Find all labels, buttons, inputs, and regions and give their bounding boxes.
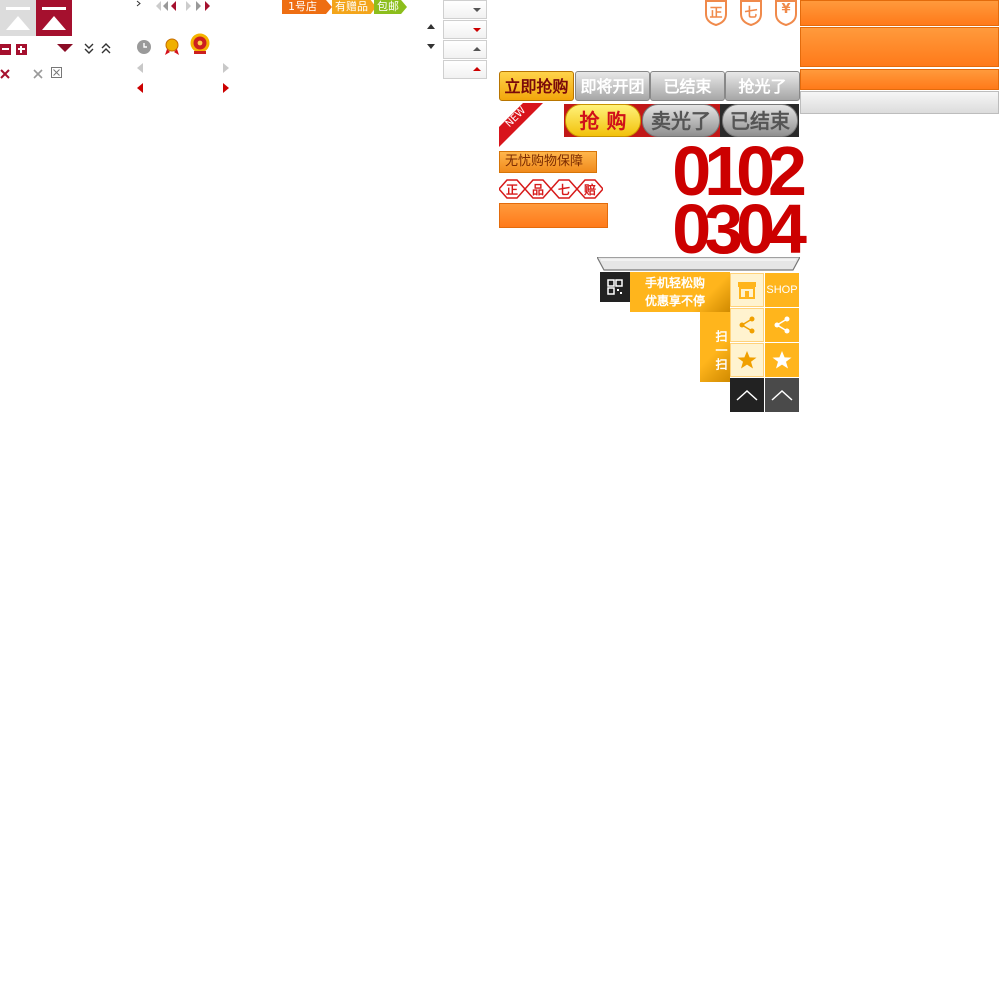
pill-buy-label: 抢 购 [579,109,627,133]
award-icon [165,38,179,55]
shop-icon [738,282,756,299]
share-icon [739,316,755,334]
share-light-button[interactable] [730,308,764,342]
star-icon [737,351,757,369]
guarantee-label: 无忧购物保障 [505,154,584,169]
diamond-authentic-label: 正 [505,183,518,197]
chevron-up-icon [473,67,481,71]
coming-soon-button[interactable]: 即将开团 [575,71,650,101]
gift-tag: 有赠品 [332,0,376,14]
clock-icon [137,40,151,54]
double-chevron-up-icon[interactable] [101,43,112,55]
expand-icon[interactable] [16,44,27,55]
back-to-top-gray-button[interactable] [0,0,36,36]
orange-bar-1[interactable] [800,0,999,26]
pager-arrows-icon[interactable] [155,0,213,12]
triangle-down-icon[interactable] [57,44,73,53]
mobile-promo-line2: 优惠享不停 [645,294,706,308]
collapse-icon[interactable] [0,44,11,55]
seven-day-shield-label: 七 [744,6,758,21]
star-icon [772,351,792,369]
shipping-tag: 包邮 [374,0,407,14]
shop-light-button[interactable] [730,273,764,307]
arrow-right-gray-icon[interactable] [223,63,229,73]
up-arrow-icon [771,389,793,401]
scan-label: 扫一扫 [714,330,728,372]
pill-ended-label: 已结束 [730,109,790,133]
shop-label: SHOP [766,284,798,296]
mobile-promo-banner: 手机轻松购 优惠享不停 [630,272,730,312]
sort-up-icon[interactable] [427,24,435,29]
diamond-seven-label: 七 [557,183,570,197]
close-gray-icon[interactable] [33,69,43,79]
trapezoid-tab [597,257,800,271]
diamond-compensate-label: 赔 [583,183,596,197]
diamond-badge-row: 正 品 七 赔 [499,178,603,200]
arrow-right-red-icon[interactable] [223,83,229,93]
dropdown-red-down[interactable] [443,20,487,39]
to-top-gray-button[interactable] [765,378,799,412]
dropdown-red-up[interactable] [443,60,487,79]
sold-out-label: 抢光了 [738,77,787,96]
favorite-light-button[interactable] [730,343,764,377]
store-tag: 1号店 [282,0,332,14]
dropdown-gray-up[interactable] [443,40,487,59]
double-chevron-down-icon[interactable] [84,43,95,55]
ended-button[interactable]: 已结束 [650,71,725,101]
up-arrow-icon [736,389,758,401]
favorite-dark-button[interactable] [765,343,799,377]
sold-out-button[interactable]: 抢光了 [725,71,800,101]
chevron-down-icon [473,28,481,32]
gray-bar[interactable] [800,91,999,114]
share-icon [774,316,790,334]
buy-now-label: 立即抢购 [504,77,569,96]
back-to-top-gray-icon [6,7,30,30]
police-badge-icon [190,33,210,54]
gift-tag-label: 有赠品 [335,0,368,13]
digits-row-2: 0304 [672,190,807,268]
orange-small-bar[interactable] [499,203,608,228]
scan-tab[interactable]: 扫一扫 [700,312,730,382]
shop-text-button[interactable]: SHOP [765,273,799,307]
shipping-tag-label: 包邮 [377,0,399,13]
diamond-product-label: 品 [531,183,544,197]
orange-bar-2[interactable] [800,27,999,67]
sort-down-icon[interactable] [427,44,435,49]
share-dark-button[interactable] [765,308,799,342]
chevron-right-small-icon[interactable] [136,0,142,7]
store-tag-label: 1号店 [288,0,317,13]
close-icon[interactable] [0,69,10,79]
checkbox-x-icon[interactable] [51,67,62,78]
dropdown-gray-down[interactable] [443,0,487,19]
guarantee-badge: 无忧购物保障 [499,151,597,173]
qr-code-icon [607,279,623,295]
coming-soon-label: 即将开团 [580,77,645,96]
back-to-top-red-icon [42,7,66,30]
yuan-shield-label: ¥ [781,2,791,17]
pill-sold-out-label: 卖光了 [651,109,711,133]
chevron-down-icon [473,8,481,12]
orange-bar-3[interactable] [800,69,999,90]
back-to-top-red-button[interactable] [36,0,72,36]
to-top-dark-button[interactable] [730,378,764,412]
arrow-left-gray-icon[interactable] [137,63,143,73]
chevron-up-icon [473,47,481,51]
buy-now-button[interactable]: 立即抢购 [499,71,574,101]
qr-code-button[interactable] [600,272,630,302]
authentic-shield-label: 正 [709,6,723,21]
arrow-left-red-icon[interactable] [137,83,143,93]
mobile-promo-line1: 手机轻松购 [645,276,706,290]
ended-label: 已结束 [663,77,712,96]
